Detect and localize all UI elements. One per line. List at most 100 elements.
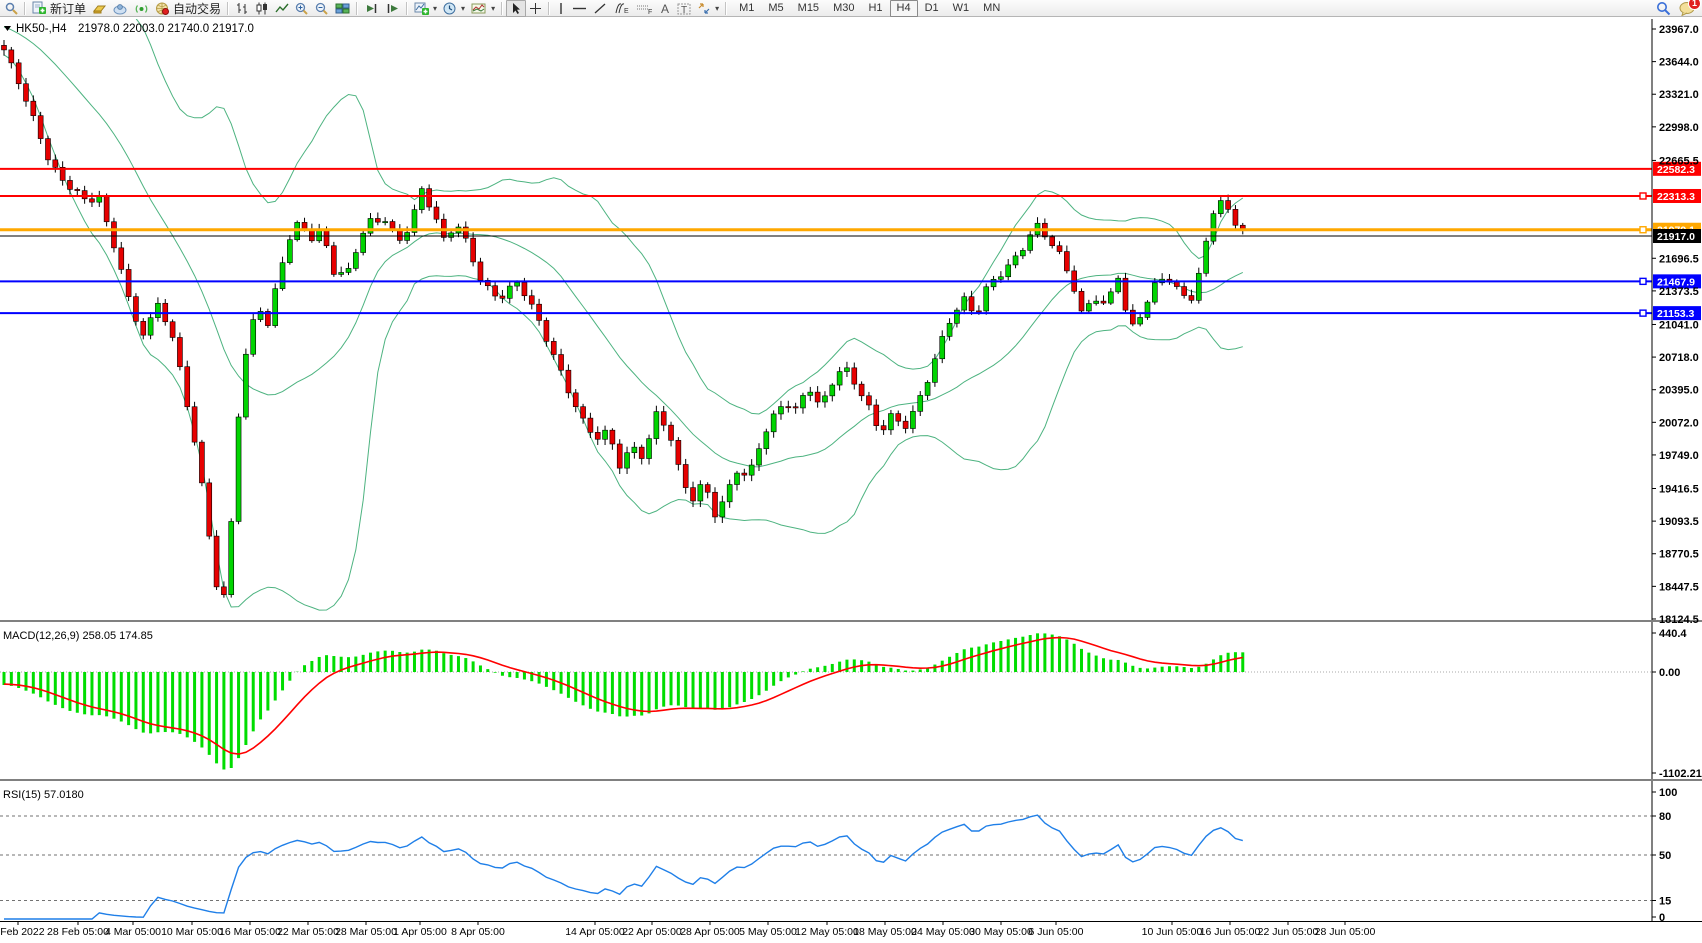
candle[interactable] <box>1108 288 1113 305</box>
candle[interactable] <box>1233 205 1238 229</box>
candle[interactable] <box>1086 300 1091 313</box>
candle[interactable] <box>243 349 248 420</box>
candle[interactable] <box>625 447 630 474</box>
candle[interactable] <box>808 387 813 401</box>
candle[interactable] <box>1204 238 1209 277</box>
candle[interactable] <box>104 193 109 226</box>
candle[interactable] <box>647 435 652 465</box>
candle[interactable] <box>148 312 153 339</box>
candle[interactable] <box>661 406 666 431</box>
candle[interactable] <box>793 403 798 414</box>
candle[interactable] <box>1138 313 1143 326</box>
candle[interactable] <box>1130 304 1135 326</box>
candle[interactable] <box>375 212 380 225</box>
candle[interactable] <box>97 191 102 207</box>
candle[interactable] <box>119 242 124 274</box>
candle[interactable] <box>683 459 688 494</box>
candle[interactable] <box>82 186 87 204</box>
candle[interactable] <box>471 232 476 266</box>
candle[interactable] <box>1064 246 1069 274</box>
candle[interactable] <box>1101 295 1106 305</box>
level-drag-handle[interactable] <box>1640 193 1646 199</box>
candle[interactable] <box>676 437 681 470</box>
candle[interactable] <box>573 389 578 412</box>
candle[interactable] <box>815 386 820 408</box>
candle[interactable] <box>258 307 263 322</box>
candle[interactable] <box>903 416 908 434</box>
main-chart-pane[interactable] <box>2 0 1246 610</box>
candle[interactable] <box>177 332 182 370</box>
candle[interactable] <box>434 201 439 223</box>
candle[interactable] <box>669 422 674 447</box>
candle[interactable] <box>185 361 190 411</box>
candle[interactable] <box>1116 275 1121 293</box>
candle[interactable] <box>67 176 72 195</box>
candle[interactable] <box>874 399 879 431</box>
candle[interactable] <box>639 445 644 465</box>
candle[interactable] <box>339 267 344 277</box>
candle[interactable] <box>2 40 7 56</box>
candle[interactable] <box>632 442 637 459</box>
candle[interactable] <box>1196 268 1201 304</box>
candle[interactable] <box>771 410 776 437</box>
candle[interactable] <box>830 383 835 401</box>
candle[interactable] <box>111 218 116 253</box>
candle[interactable] <box>1226 195 1231 213</box>
candle[interactable] <box>23 78 28 107</box>
candle[interactable] <box>778 401 783 420</box>
candle[interactable] <box>529 290 534 310</box>
price-levels-layer[interactable]: 22582.322313.321979.121467.921153.321917… <box>0 162 1701 320</box>
candle[interactable] <box>236 413 241 524</box>
candle[interactable] <box>412 205 417 237</box>
candle[interactable] <box>800 393 805 414</box>
candle[interactable] <box>822 391 827 407</box>
candle[interactable] <box>251 314 256 357</box>
candle[interactable] <box>727 480 732 508</box>
candle[interactable] <box>361 230 366 255</box>
price-level-line[interactable]: 22313.3 <box>0 189 1701 203</box>
candle[interactable] <box>720 496 725 523</box>
candle[interactable] <box>617 439 622 474</box>
candle[interactable] <box>595 426 600 445</box>
candle[interactable] <box>60 161 65 185</box>
candle[interactable] <box>1057 241 1062 254</box>
candle[interactable] <box>214 530 219 590</box>
candle[interactable] <box>309 224 314 243</box>
candle[interactable] <box>45 136 50 165</box>
candle[interactable] <box>764 429 769 455</box>
candle[interactable] <box>940 330 945 363</box>
chart-canvas[interactable]: 22582.322313.321979.121467.921153.321917… <box>0 0 1702 943</box>
candle[interactable] <box>75 187 80 195</box>
candle[interactable] <box>485 278 490 291</box>
candle[interactable] <box>735 471 740 491</box>
candle[interactable] <box>170 319 175 341</box>
candle[interactable] <box>16 59 21 89</box>
candle[interactable] <box>910 405 915 433</box>
candle[interactable] <box>705 482 710 498</box>
candle[interactable] <box>1013 252 1018 268</box>
candle[interactable] <box>654 406 659 445</box>
candle[interactable] <box>1020 248 1025 259</box>
candle[interactable] <box>566 364 571 398</box>
candle[interactable] <box>287 235 292 265</box>
candle[interactable] <box>89 193 94 207</box>
candle[interactable] <box>991 276 996 291</box>
candle[interactable] <box>53 155 58 173</box>
price-level-line[interactable]: 21467.9 <box>0 274 1701 288</box>
level-drag-handle[interactable] <box>1640 227 1646 233</box>
candle[interactable] <box>859 381 864 401</box>
candle[interactable] <box>866 392 871 410</box>
candle[interactable] <box>852 363 857 390</box>
candle[interactable] <box>603 426 608 445</box>
candle[interactable] <box>1094 295 1099 305</box>
candle[interactable] <box>984 283 989 314</box>
candle[interactable] <box>1218 195 1223 217</box>
candle[interactable] <box>368 213 373 236</box>
candle[interactable] <box>932 354 937 387</box>
rsi-pane[interactable] <box>0 815 1652 919</box>
candle[interactable] <box>155 297 160 321</box>
candle[interactable] <box>317 224 322 243</box>
candle[interactable] <box>507 281 512 303</box>
candle[interactable] <box>837 367 842 391</box>
candle[interactable] <box>1123 273 1128 312</box>
